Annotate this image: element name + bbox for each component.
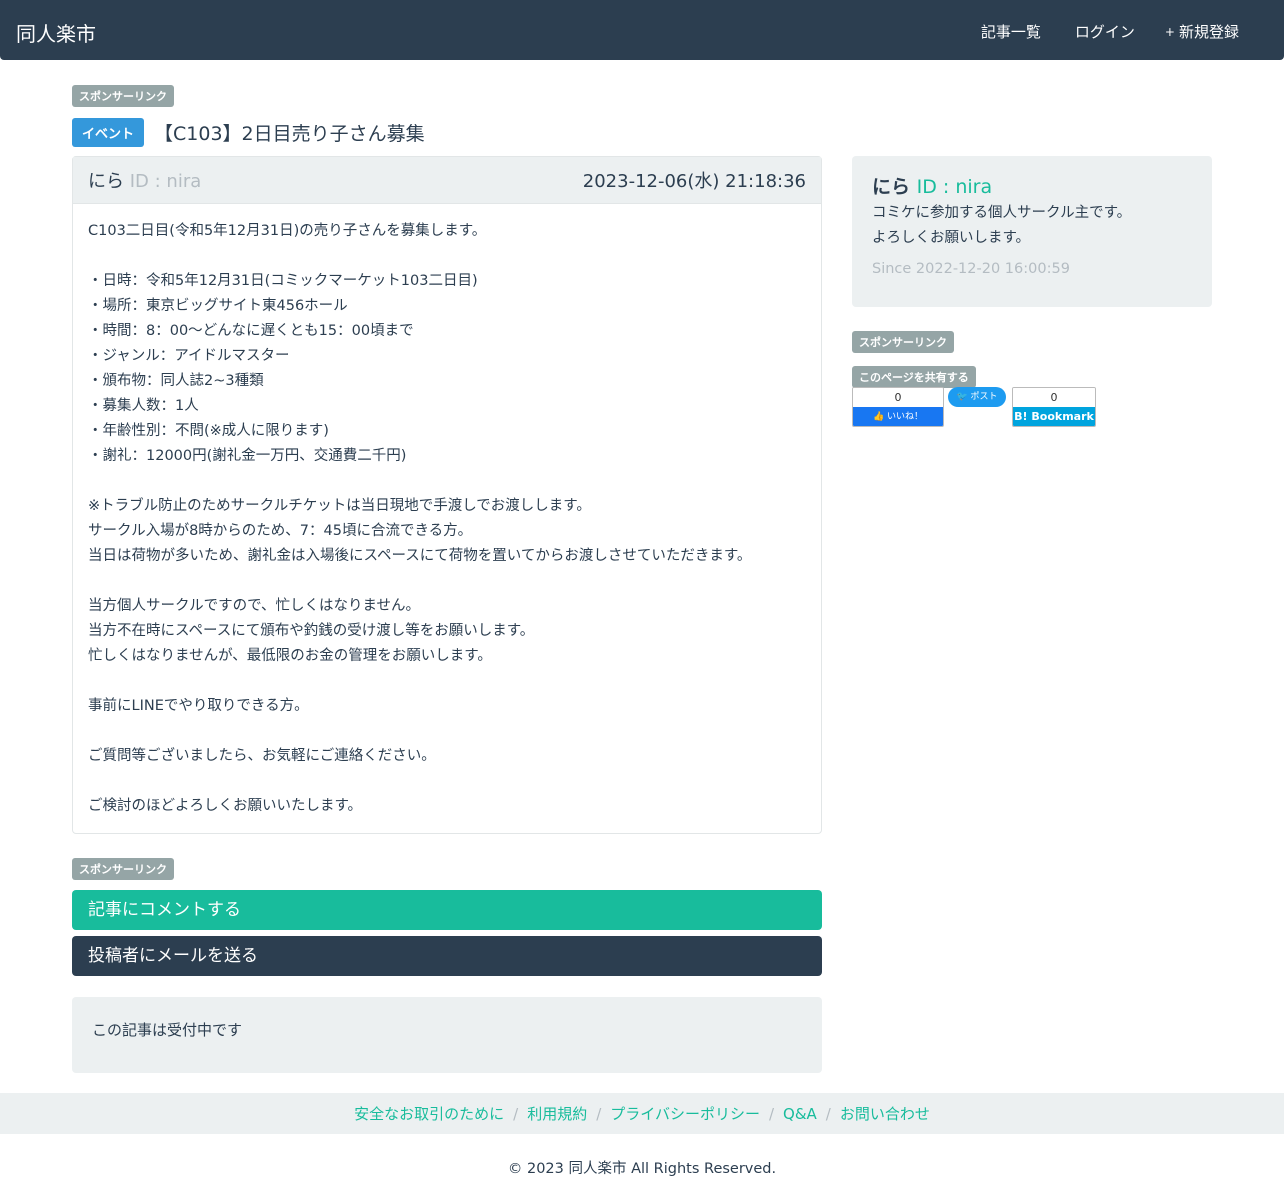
- post-card: にら ID : nira 2023-12-06(水) 21:18:36 C103…: [72, 156, 822, 834]
- post-body-line: ・年齢性別：不問(※成人に限ります): [88, 423, 329, 439]
- author-profile: にら ID : nira コミケに参加する個人サークル主です。 よろしくお願いし…: [852, 156, 1212, 307]
- post-datetime: 2023-12-06(水) 21:18:36: [583, 167, 806, 193]
- sponsor-badge: スポンサーリンク: [72, 85, 174, 107]
- author-id: ID : nira: [129, 171, 202, 192]
- divider: /: [825, 1104, 831, 1123]
- nav-link-login[interactable]: ログイン: [1071, 21, 1135, 42]
- nav-link-label: 記事一覧: [980, 23, 1041, 41]
- post-datetime-text: 2023-12-06(水) 21:18:36: [582, 171, 806, 192]
- post-body-line: ・謝礼：12000円(謝礼金一万円、交通費二千円): [88, 448, 407, 464]
- post-body-line: ご質問等ございましたら、お気軽にご連絡ください。: [88, 748, 436, 764]
- post-body-line: ご検討のほどよろしくお願いいたします。: [88, 798, 363, 814]
- post-body-line: [88, 669, 806, 694]
- comment-button[interactable]: 記事にコメントする: [72, 890, 822, 930]
- post-body-line: サークル入場が8時からのため、7：45頃に合流できる方。: [88, 523, 473, 539]
- footer-link-privacy[interactable]: プライバシーポリシー: [610, 1103, 760, 1124]
- profile-since-text: Since 2022-12-20 16:00:59: [872, 261, 1070, 277]
- post-body-line: 当日は荷物が多いため、謝礼金は入場後にスペースにて荷物を置いてからお渡しさせてい…: [88, 548, 752, 564]
- copyright: © 2023 同人楽市 All Rights Reserved.: [507, 1161, 777, 1177]
- post-body-line: 当方個人サークルですので、忙しくはなりません。: [88, 598, 421, 614]
- share-badge: このページを共有する: [852, 366, 976, 388]
- category-badge[interactable]: イベント: [72, 118, 145, 147]
- sponsor-badge: スポンサーリンク: [852, 331, 954, 353]
- post-author[interactable]: にら ID : nira: [88, 167, 201, 193]
- navbar: 同人楽市 記事一覧 ログイン + 新規登録: [0, 0, 1284, 60]
- post-card-header: にら ID : nira 2023-12-06(水) 21:18:36: [73, 157, 821, 204]
- post-body-line: [88, 244, 806, 269]
- post-body-line: 事前にLINEでやり取りできる方。: [88, 698, 309, 714]
- profile-since: Since 2022-12-20 16:00:59: [872, 261, 1192, 277]
- hatena-bookmark-label: B! Bookmark: [1013, 407, 1095, 426]
- twitter-bird-icon: 🐦: [956, 392, 968, 402]
- post-body-line: ・ジャンル：アイドルマスター: [88, 348, 290, 364]
- profile-bio: コミケに参加する個人サークル主です。 よろしくお願いします。: [872, 201, 1192, 251]
- sponsor-badge: スポンサーリンク: [72, 858, 174, 880]
- post-body-line: ※トラブル防止のためサークルチケットは当日現地で手渡しでお渡しします。: [88, 498, 591, 514]
- post-body-line: [88, 769, 806, 794]
- footer-link-qa[interactable]: Q&A: [783, 1105, 817, 1123]
- post-body-line: 忙しくはなりませんが、最低限のお金の管理をお願いします。: [88, 648, 492, 664]
- divider: /: [596, 1104, 602, 1123]
- profile-header: にら ID : nira: [872, 172, 1192, 199]
- profile-id[interactable]: ID : nira: [917, 176, 993, 198]
- post-body-line: ・場所：東京ビッグサイト東456ホール: [88, 298, 348, 314]
- nav-links: 記事一覧 ログイン + 新規登録: [977, 21, 1239, 42]
- post-body-line: ・日時：令和5年12月31日(コミックマーケット103二日目): [88, 273, 478, 289]
- nav-link-label: ログイン: [1074, 23, 1135, 41]
- profile-bio-line: コミケに参加する個人サークル主です。: [872, 205, 1132, 221]
- divider: /: [513, 1104, 519, 1123]
- facebook-like-label: 👍 いいね！: [853, 407, 943, 426]
- post-body: C103二日目(令和5年12月31日)の売り子さんを募集します。 ・日時：令和5年…: [73, 204, 821, 834]
- site-brand[interactable]: 同人楽市: [16, 18, 96, 47]
- thumbs-up-icon: 👍: [872, 412, 885, 422]
- nav-link-register[interactable]: + 新規登録: [1165, 21, 1239, 42]
- share-buttons: 0 👍 いいね！ 🐦 ポスト 0 B! Bookmark: [852, 387, 1096, 427]
- footer-link-contact[interactable]: お問い合わせ: [840, 1103, 930, 1124]
- nav-link-articles[interactable]: 記事一覧: [977, 21, 1041, 42]
- footer-links: 安全なお取引のために / 利用規約 / プライバシーポリシー / Q&A / お…: [0, 1093, 1284, 1134]
- author-name: にら: [88, 171, 124, 192]
- hatena-bookmark-button[interactable]: 0 B! Bookmark: [1012, 387, 1096, 427]
- profile-name[interactable]: にら: [872, 176, 910, 198]
- post-title-row: イベント 【C103】2日目売り子さん募集: [72, 118, 425, 147]
- plus-icon: +: [1164, 24, 1175, 39]
- post-body-line: C103二日目(令和5年12月31日)の売り子さんを募集します。: [88, 223, 487, 239]
- post-status: この記事は受付中です: [72, 997, 822, 1073]
- send-mail-button[interactable]: 投稿者にメールを送る: [72, 936, 822, 976]
- post-body-line: ・時間：8：00〜どんなに遅くとも15：00頃まで: [88, 323, 414, 339]
- hatena-bookmark-count: 0: [1013, 388, 1095, 407]
- facebook-like-count: 0: [853, 388, 943, 407]
- footer-link-terms[interactable]: 利用規約: [527, 1103, 587, 1124]
- nav-link-label: 新規登録: [1178, 23, 1239, 41]
- post-body-line: ・募集人数：1人: [88, 398, 199, 414]
- facebook-like-button[interactable]: 0 👍 いいね！: [852, 387, 944, 427]
- divider: /: [768, 1104, 775, 1123]
- twitter-post-button[interactable]: 🐦 ポスト: [948, 387, 1006, 407]
- post-body-line: [88, 719, 806, 744]
- post-title: 【C103】2日目売り子さん募集: [154, 123, 425, 145]
- post-body-line: ・頒布物：同人誌2~3種類: [88, 373, 264, 389]
- post-body-line: 当方不在時にスペースにて頒布や釣銭の受け渡し等をお願いします。: [88, 623, 535, 639]
- post-body-line: [88, 469, 806, 494]
- profile-bio-line: よろしくお願いします。: [872, 230, 1031, 246]
- footer-link-safety[interactable]: 安全なお取引のために: [354, 1103, 504, 1124]
- post-body-line: [88, 569, 806, 594]
